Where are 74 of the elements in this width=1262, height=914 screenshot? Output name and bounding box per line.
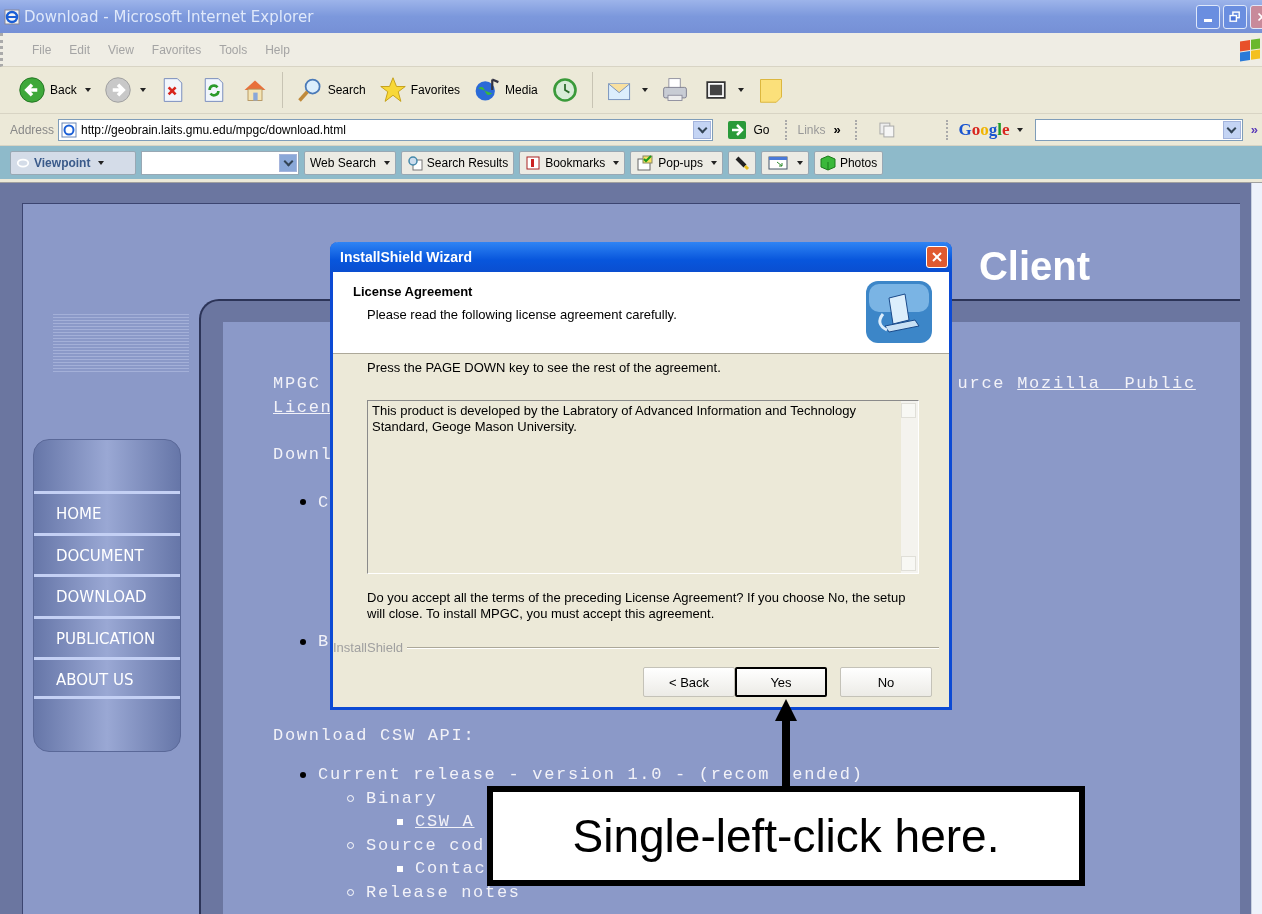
cube-icon — [819, 154, 836, 171]
dialog-heading: License Agreement — [353, 284, 474, 299]
viewpoint-button[interactable]: Viewpoint — [10, 150, 136, 175]
bullet-icon — [300, 771, 306, 778]
google-button[interactable]: Google — [958, 119, 1010, 140]
address-label: Address — [10, 122, 55, 137]
list-item: Contac — [415, 858, 487, 880]
popups-button[interactable]: Pop-ups — [630, 150, 723, 175]
more-button[interactable]: » — [1246, 122, 1262, 137]
window-button[interactable] — [760, 150, 809, 175]
page-text: urce — [957, 373, 1006, 395]
clock-icon — [550, 76, 579, 104]
callout-text: Single-left-click here. — [487, 786, 1085, 886]
dialog-button[interactable]: Yes — [735, 667, 827, 697]
section-heading: Download CSW API: — [273, 724, 476, 747]
window-title: Download - Microsoft Internet Explorer — [24, 7, 315, 26]
search-field[interactable] — [141, 150, 299, 175]
list-item: Binary — [366, 787, 438, 810]
list-item: C — [318, 491, 330, 514]
minimize-button[interactable] — [1196, 4, 1220, 29]
section-heading: Downl — [273, 444, 333, 466]
results-button[interactable]: Search Results — [400, 150, 515, 175]
windows-logo-icon — [1240, 38, 1260, 61]
license-text-box[interactable]: This product is developed by the Labratory of Advanced Information and Technology Standard, Geoge Mason University. — [367, 400, 919, 574]
list-item: Source cod — [366, 834, 486, 857]
instruction-text: Press the PAGE DOWN key to see the rest of the agreement. — [367, 360, 722, 376]
caret-icon — [1017, 127, 1024, 132]
dialog-button[interactable]: < Back — [643, 667, 735, 697]
dialog-subheading: Please read the following license agreement carefully. — [367, 307, 678, 322]
favorites-button[interactable]: Favorites — [374, 72, 465, 108]
search-button[interactable]: Search — [291, 72, 370, 108]
pages-icon[interactable] — [876, 119, 897, 140]
browser-icon — [4, 8, 20, 25]
search-document-icon — [406, 154, 423, 171]
page-text: MPGC — [273, 373, 321, 395]
bullet-icon — [300, 499, 306, 506]
list-item: Current release - version 1.0 - (recom — [318, 764, 771, 786]
highlight-button[interactable] — [727, 150, 756, 175]
scrollbar[interactable] — [1251, 183, 1262, 914]
book-icon — [525, 154, 542, 171]
pen-icon — [733, 154, 750, 171]
window-check-icon — [636, 154, 655, 171]
window-icon — [766, 154, 789, 171]
computer-icon — [865, 280, 933, 344]
dialog-button[interactable]: No — [840, 667, 932, 697]
go-button[interactable]: Go — [721, 118, 776, 141]
back-button[interactable]: Back — [14, 72, 95, 108]
scrollbar[interactable] — [901, 401, 918, 573]
address-field[interactable]: http://geobrain.laits.gmu.edu/mpgc/download.html — [58, 118, 714, 141]
more-button[interactable]: » — [829, 122, 845, 137]
group-label: InstallShield — [333, 640, 404, 655]
question-text: Do you accept all the terms of the preceding License Agreement? If you choose No, the setup will close. To install MPGC, you must accept this agreement. — [367, 590, 907, 622]
dropdown-button[interactable] — [693, 120, 712, 139]
license-text: This product is developed by the Labratory of Advanced Information and Technology Standard, Geoge Mason University. — [371, 402, 857, 436]
list-item: B — [318, 631, 330, 653]
printer-icon — [660, 76, 689, 104]
media-button[interactable]: Media — [469, 72, 542, 108]
back-icon — [18, 76, 46, 104]
search-field[interactable] — [1035, 118, 1243, 141]
web-search-button[interactable]: Web Search — [304, 150, 396, 175]
page-heading: Client — [978, 244, 1090, 289]
restore-button[interactable] — [1223, 4, 1247, 29]
star-icon — [378, 76, 407, 104]
bullet-icon — [300, 638, 306, 645]
minimize-icon — [1204, 19, 1212, 22]
dialog-title: InstallShield Wizard — [340, 249, 473, 265]
restore-icon — [1228, 9, 1242, 24]
bullet-icon — [397, 818, 403, 825]
list-item: ended) — [792, 764, 864, 786]
bookmarks-button[interactable]: Bookmarks — [519, 150, 626, 175]
page-icon — [61, 121, 78, 138]
forward-icon — [103, 76, 132, 104]
photos-button[interactable]: Photos — [813, 150, 884, 175]
bullet-icon — [397, 865, 403, 872]
